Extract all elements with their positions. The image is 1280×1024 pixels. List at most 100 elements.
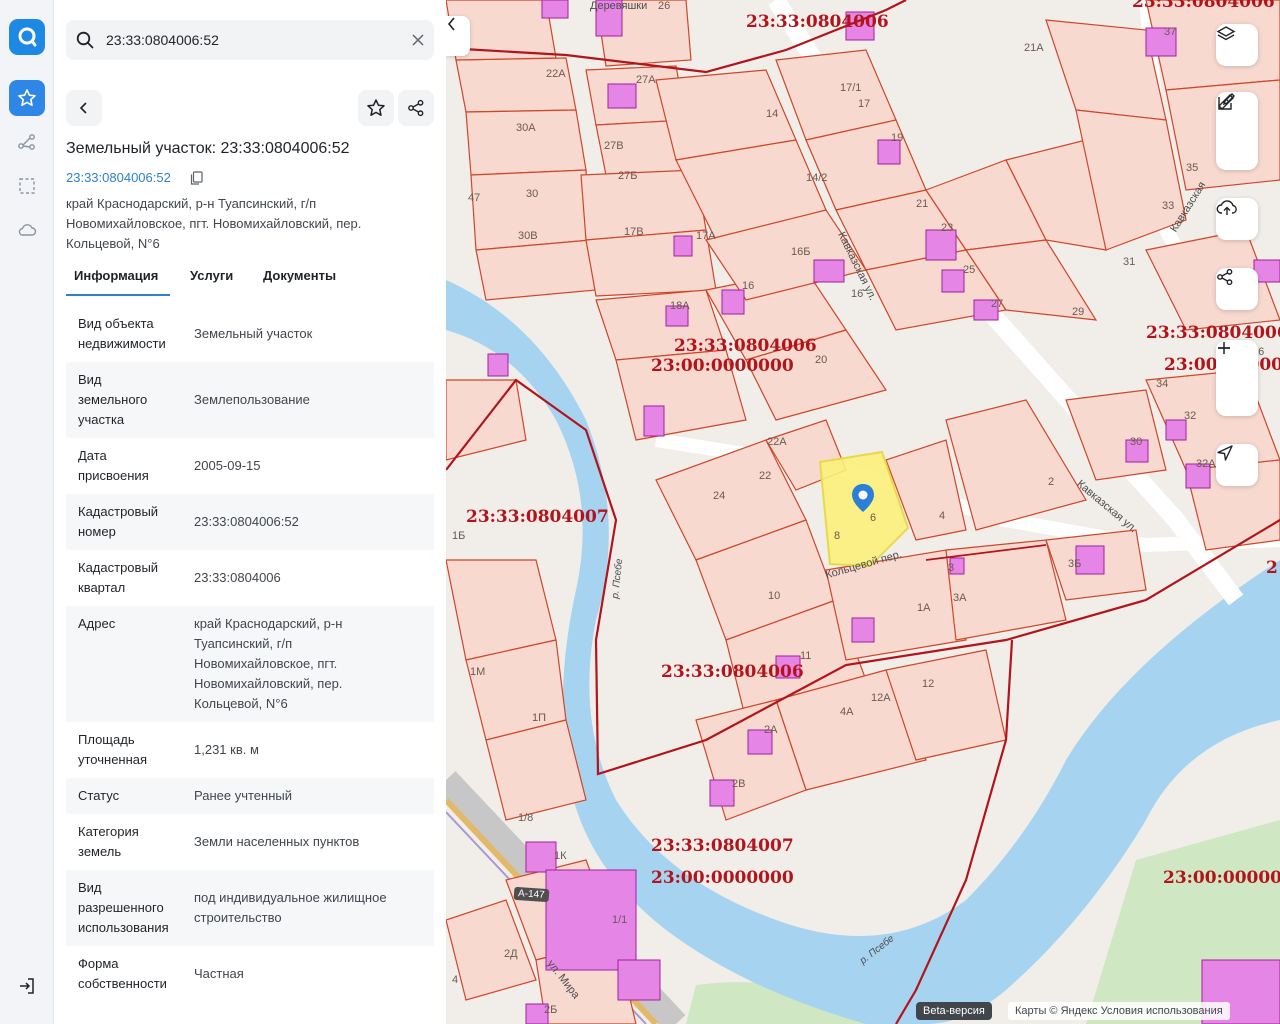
parcel-number-label: 26 <box>658 0 671 12</box>
info-value: Частная <box>194 954 434 994</box>
land-parcel[interactable] <box>475 239 597 301</box>
cadastral-quarter-label: 23:33:0804007 <box>466 507 609 527</box>
chevron-left-icon <box>79 102 87 114</box>
building[interactable] <box>941 269 965 293</box>
rail-select-area-button[interactable] <box>9 168 45 204</box>
nodes-icon <box>18 134 35 150</box>
building[interactable] <box>1165 419 1187 441</box>
parcel-number-label: 32 <box>1184 410 1197 422</box>
edit-button[interactable] <box>1216 93 1258 168</box>
copy-icon[interactable] <box>190 171 203 185</box>
building[interactable] <box>643 405 665 437</box>
land-parcel[interactable] <box>455 57 577 113</box>
building[interactable] <box>525 841 557 873</box>
app-logo[interactable] <box>9 19 45 55</box>
info-key: Дата присвоения <box>66 446 194 486</box>
parcel-number-label: 12 <box>922 678 935 690</box>
collapse-panel-button[interactable] <box>446 16 470 56</box>
info-key-line: Вид <box>78 372 102 387</box>
parcel-number-label: 17А <box>696 230 716 242</box>
cadastral-quarter-label: 23:00:0000000 <box>651 868 794 888</box>
share-button[interactable] <box>398 90 434 126</box>
parcel-number-label: 22 <box>759 470 772 482</box>
cadastral-quarter-label: 23:33:0804006 <box>1146 323 1280 343</box>
info-key-line: Категория <box>78 824 139 839</box>
map-copyright[interactable]: Карты © Яндекс Условия использования <box>1008 1002 1230 1020</box>
info-key-line: Кадастровый <box>78 504 159 519</box>
location-pin-icon[interactable] <box>850 482 876 514</box>
parcel-number-label: 27А <box>636 74 656 86</box>
info-value-line: строительство <box>194 910 282 925</box>
parcel-number-label: 2Б <box>544 1004 558 1016</box>
info-value-line: Кольцевой, N°6 <box>194 696 288 711</box>
info-value-line: 1,231 кв. м <box>194 742 259 757</box>
tab-documents[interactable]: Документы <box>263 262 336 296</box>
navigation-arrow-icon <box>1217 445 1233 461</box>
parcel-number-label: 1/8 <box>518 812 534 824</box>
info-value: под индивидуальное жилищное строительство <box>194 878 434 938</box>
rail-cloud-button[interactable] <box>9 212 45 248</box>
parcel-number-label: 2А <box>764 724 778 736</box>
parcel-number-label: 25 <box>963 264 976 276</box>
info-key-line: Дата <box>78 448 107 463</box>
building[interactable] <box>617 959 661 1001</box>
land-parcel[interactable] <box>465 109 587 176</box>
geolocate-control[interactable] <box>1216 444 1258 486</box>
building[interactable] <box>721 289 745 315</box>
road-number-badge: А-147 <box>513 886 550 903</box>
upload-control[interactable] <box>1216 198 1258 240</box>
favorite-button[interactable] <box>358 90 394 126</box>
close-icon[interactable] <box>410 32 426 48</box>
info-key: Кадастровый номер <box>66 502 194 542</box>
parcel-number-label: 47 <box>468 192 481 204</box>
info-value-line: Новомихайловский, пер. <box>194 676 343 691</box>
tab-services[interactable]: Услуги <box>190 262 233 296</box>
parcel-number-label: 4 <box>939 510 946 522</box>
zoom-out-button[interactable] <box>1216 347 1258 416</box>
logo-icon <box>18 27 37 47</box>
parcel-number-label: 35 <box>1186 162 1199 174</box>
parcel-number-label: 20 <box>815 354 828 366</box>
info-value-line: Ранее учтенный <box>194 788 292 803</box>
parcel-number-label: 1К <box>554 850 567 862</box>
tab-information[interactable]: Информация <box>66 262 170 296</box>
building[interactable] <box>851 617 875 643</box>
back-button[interactable] <box>66 90 102 126</box>
building[interactable] <box>813 259 845 283</box>
map-view[interactable]: 23:33:0804006 23:33:0804006 23:00:0000000 2… <box>446 0 1280 1024</box>
info-value-line: Частная <box>194 966 244 981</box>
info-key: Кадастровый квартал <box>66 558 194 598</box>
info-key: Площадь уточненная <box>66 730 194 770</box>
info-key: Вид объекта недвижимости <box>66 314 194 354</box>
building[interactable] <box>673 235 693 257</box>
building[interactable] <box>607 83 637 109</box>
cadastral-number-link[interactable]: 23:33:0804006:52 <box>66 170 171 185</box>
parcel-number-label: 22А <box>767 436 787 448</box>
info-key: Адрес <box>66 614 194 714</box>
info-key: Вид земельного участка <box>66 370 194 430</box>
parcel-number-label: 8 <box>834 530 841 542</box>
layers-control[interactable] <box>1216 24 1258 66</box>
search-input[interactable] <box>106 20 396 60</box>
address-line: Кольцевой, N°6 <box>66 236 160 251</box>
building[interactable] <box>925 229 957 261</box>
building[interactable] <box>709 779 735 807</box>
building[interactable] <box>541 0 569 19</box>
info-value: 2005-09-15 <box>194 446 434 486</box>
share-icon <box>1217 268 1233 286</box>
share-map-control[interactable] <box>1216 268 1258 310</box>
rail-routes-button[interactable] <box>9 124 45 160</box>
info-value-line: Туапсинский, г/п <box>194 636 293 651</box>
parcel-number-label: 2В <box>732 778 746 790</box>
parcel-number-label: 17/1 <box>840 82 862 94</box>
rail-login-button[interactable] <box>9 968 45 1004</box>
parcel-number-label: 1М <box>470 666 486 678</box>
info-key-line: присвоения <box>78 468 149 483</box>
info-key-line: участка <box>78 412 125 427</box>
rail-favorites-button[interactable] <box>9 80 45 116</box>
info-key-line: земельного <box>78 392 148 407</box>
left-rail <box>0 0 54 1024</box>
building[interactable] <box>487 353 509 377</box>
info-key: Статус <box>66 786 194 806</box>
parcel-number-label: 37 <box>1164 26 1177 38</box>
